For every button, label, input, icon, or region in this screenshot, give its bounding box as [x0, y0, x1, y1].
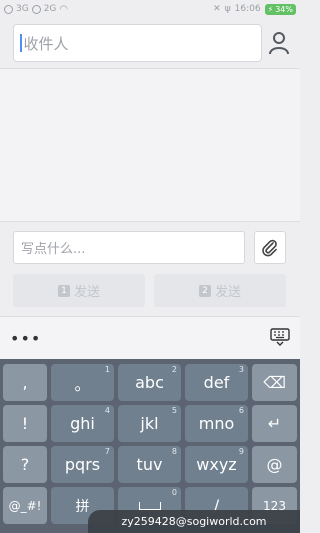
key-label: @ — [266, 455, 283, 474]
key-label: abc — [135, 373, 164, 392]
text-cursor — [20, 34, 22, 52]
sim1-network-type: 3G — [16, 4, 29, 14]
recipient-input[interactable]: 收件人 — [13, 24, 262, 62]
key-label: ghi — [70, 414, 95, 433]
recipient-row: 收件人 — [0, 18, 300, 68]
account-email: zy259428@sogiworld.com — [121, 515, 267, 528]
key-5[interactable]: jkl 5 — [118, 405, 181, 442]
message-input[interactable]: 写点什么... — [13, 231, 245, 264]
key-label: @_#! — [8, 498, 42, 513]
key-9[interactable]: wxyz 9 — [185, 446, 248, 483]
more-options-button[interactable]: ••• — [10, 329, 41, 348]
send-sim2-button[interactable]: 2 发送 — [154, 274, 286, 307]
key-at[interactable]: @ — [252, 446, 297, 483]
key-label: wxyz — [196, 455, 237, 474]
usb-icon: ψ — [224, 4, 231, 14]
account-toast: zy259428@sogiworld.com — [88, 510, 300, 533]
symbols-key[interactable]: @_#! — [3, 487, 47, 524]
key-label: tuv — [136, 455, 163, 474]
mute-icon: ✕ — [213, 4, 221, 14]
status-bar: 3G 2G ◠ ✕ ψ 16:06 ⚡ 34% — [0, 0, 300, 18]
key-number: 4 — [104, 406, 110, 415]
hide-keyboard-icon[interactable] — [270, 328, 290, 346]
send-sim1-button[interactable]: 1 发送 — [13, 274, 145, 307]
keyboard: , 。 1 abc 2 def 3 ⌫ ! ghi 4 jkl 5 mno 6 … — [0, 359, 300, 533]
space-bar-icon — [138, 501, 161, 510]
keyboard-toolbar: ••• — [0, 316, 300, 359]
key-number: 2 — [171, 365, 177, 374]
key-number: 1 — [104, 365, 110, 374]
enter-key[interactable]: ↵ — [252, 405, 297, 442]
send-sim2-label: 发送 — [214, 285, 241, 300]
key-number: 8 — [171, 447, 177, 456]
key-label: ? — [20, 455, 30, 474]
key-7[interactable]: pqrs 7 — [51, 446, 114, 483]
key-number: 0 — [171, 488, 177, 497]
paperclip-icon — [262, 239, 277, 256]
sim1-badge: 1 — [57, 284, 70, 297]
key-number: 9 — [238, 447, 244, 456]
key-comma[interactable]: , — [3, 364, 47, 401]
key-label: pqrs — [64, 455, 101, 474]
enter-icon: ↵ — [267, 414, 282, 433]
key-number: 6 — [238, 406, 244, 415]
clock: 16:06 — [234, 4, 261, 14]
backspace-key[interactable]: ⌫ — [252, 364, 297, 401]
battery-level: 34% — [275, 4, 293, 14]
key-1[interactable]: 。 1 — [51, 364, 114, 401]
send-sim1-label: 发送 — [73, 285, 100, 300]
key-number: 3 — [238, 365, 244, 374]
person-icon — [269, 32, 289, 55]
key-exclamation[interactable]: ! — [3, 405, 47, 442]
key-label: jkl — [140, 414, 159, 433]
key-3[interactable]: def 3 — [185, 364, 248, 401]
sim1-signal-icon — [4, 4, 13, 14]
battery-indicator: ⚡ 34% — [264, 3, 296, 15]
key-label: 拼 — [75, 498, 90, 515]
composer: 写点什么... 1 发送 2 发送 — [0, 222, 300, 316]
key-label: mno — [198, 414, 235, 433]
key-6[interactable]: mno 6 — [185, 405, 248, 442]
recipient-placeholder: 收件人 — [23, 34, 69, 53]
key-8[interactable]: tuv 8 — [118, 446, 181, 483]
key-question[interactable]: ? — [3, 446, 47, 483]
sim2-badge: 2 — [198, 284, 211, 297]
add-contact-button[interactable] — [268, 30, 290, 56]
key-label: ! — [21, 414, 29, 433]
key-4[interactable]: ghi 4 — [51, 405, 114, 442]
backspace-icon: ⌫ — [263, 373, 286, 392]
key-label: , — [22, 373, 28, 392]
wifi-icon: ◠ — [59, 3, 69, 15]
sim2-network-type: 2G — [43, 4, 57, 14]
attach-button[interactable] — [254, 231, 286, 264]
key-number: 7 — [104, 447, 110, 456]
key-number: 5 — [171, 406, 177, 415]
conversation-area — [0, 68, 300, 222]
key-2[interactable]: abc 2 — [118, 364, 181, 401]
charging-icon: ⚡ — [267, 4, 274, 14]
key-label: 。 — [74, 374, 91, 394]
key-label: def — [203, 373, 230, 392]
message-placeholder: 写点什么... — [21, 242, 86, 257]
sim2-signal-icon — [31, 4, 41, 14]
